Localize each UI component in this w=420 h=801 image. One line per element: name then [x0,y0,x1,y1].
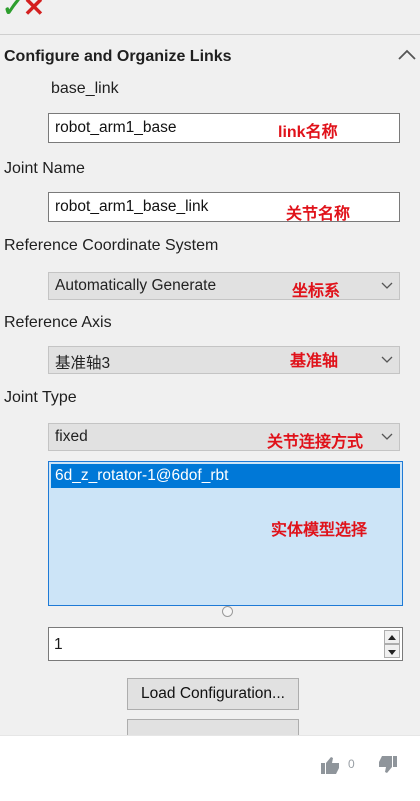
link-label: base_link [51,80,119,97]
coord-selected-value: Automatically Generate [55,277,217,294]
joint-type-label: Joint Type [4,389,77,406]
list-item[interactable]: 6d_z_rotator-1@6dof_rbt [51,464,400,488]
spin-up-button[interactable] [384,630,400,644]
link-name-value: robot_arm1_base [55,119,177,136]
reference-coordinate-system-label: Reference Coordinate System [4,237,219,254]
joint-name-value: robot_arm1_base_link [55,198,209,215]
joint-type-selected-value: fixed [55,428,88,445]
toolbar: ✓ ✕ [0,0,420,22]
chevron-down-icon [381,433,393,440]
resize-handle[interactable] [222,606,233,617]
triangle-up-icon [388,635,396,640]
link-name-field[interactable]: robot_arm1_base [48,113,400,143]
annotation-joint-type: 关节连接方式 [267,434,364,451]
annotation-link-name: link名称 [278,124,338,141]
list-item-label: 6d_z_rotator-1@6dof_rbt [55,467,229,484]
entity-selection-list[interactable]: 6d_z_rotator-1@6dof_rbt 实体模型选择 [48,461,403,606]
like-count: 0 [348,757,355,771]
thumbs-down-icon[interactable] [377,756,397,774]
close-icon[interactable]: ✕ [23,0,45,20]
annotation-coordinate-system: 坐标系 [292,283,341,300]
annotation-joint-name: 关节名称 [286,206,351,223]
chevron-down-icon [381,282,393,289]
checkmark-icon[interactable]: ✓ [2,0,24,20]
count-spinbox[interactable]: 1 [48,627,403,661]
divider [0,34,420,35]
chevron-down-icon [381,356,393,363]
spin-down-button[interactable] [384,644,400,658]
annotation-reference-axis: 基准轴 [290,353,339,370]
joint-name-label: Joint Name [4,160,85,177]
chevron-up-icon[interactable] [396,44,418,66]
load-configuration-button[interactable]: Load Configuration... [127,678,299,710]
axis-selected-value: 基准轴3 [55,355,111,372]
reference-axis-label: Reference Axis [4,314,112,331]
reference-axis-dropdown[interactable]: 基准轴3 [48,346,400,374]
property-manager-panel: ✓ ✕ Configure and Organize Links base_li… [0,0,420,735]
thumbs-up-icon[interactable] [321,756,341,774]
divider [0,735,420,736]
section-title: Configure and Organize Links [4,48,232,65]
triangle-down-icon [388,650,396,655]
secondary-button[interactable] [127,719,299,735]
annotation-entity-selection: 实体模型选择 [271,522,368,539]
reference-coordinate-system-dropdown[interactable]: Automatically Generate [48,272,400,300]
count-value: 1 [54,636,63,653]
